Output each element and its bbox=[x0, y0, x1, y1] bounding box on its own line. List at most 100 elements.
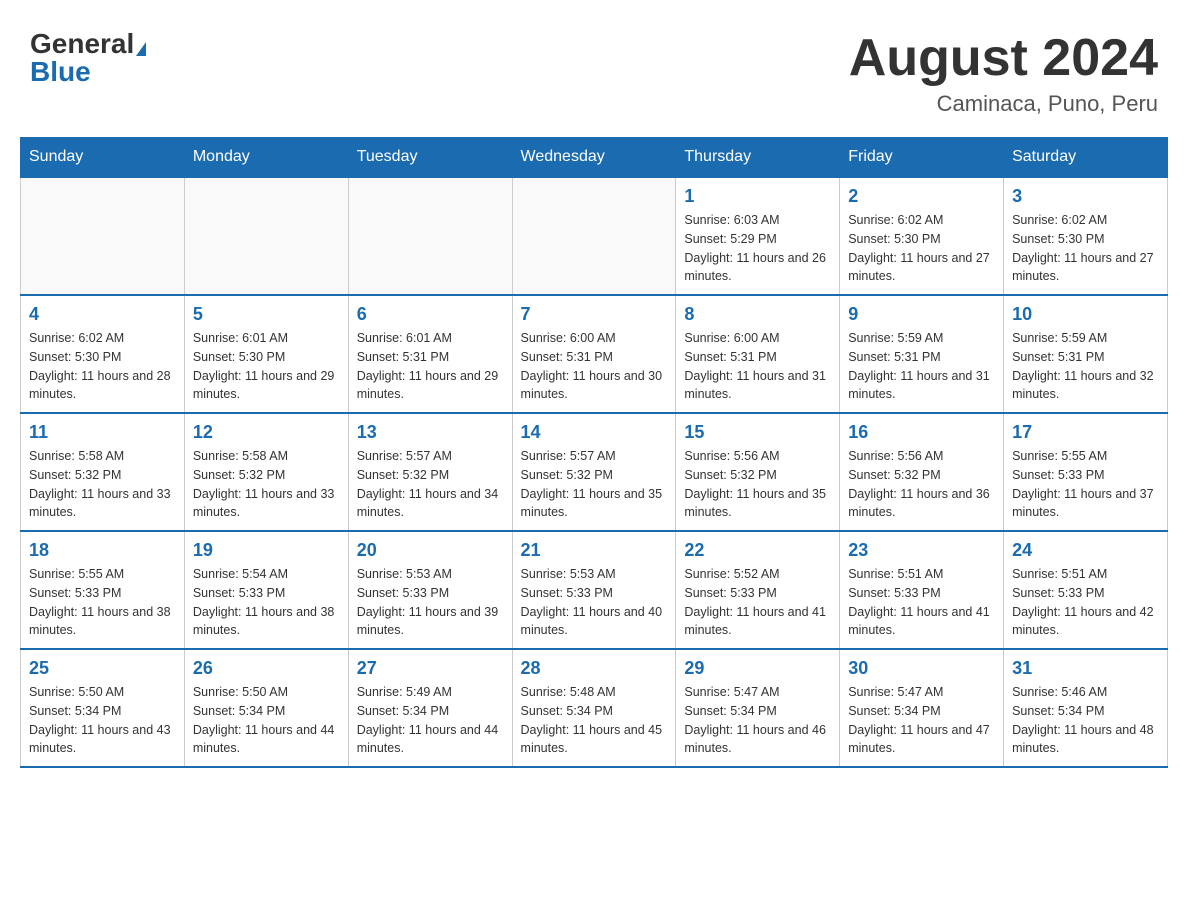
day-number: 30 bbox=[848, 658, 995, 679]
title-block: August 2024 Caminaca, Puno, Peru bbox=[849, 30, 1158, 117]
calendar-cell: 7 Sunrise: 6:00 AMSunset: 5:31 PMDaylight… bbox=[512, 295, 676, 413]
calendar-cell: 19 Sunrise: 5:54 AMSunset: 5:33 PMDayligh… bbox=[184, 531, 348, 649]
day-info: Sunrise: 5:55 AMSunset: 5:33 PMDaylight:… bbox=[1012, 447, 1159, 522]
calendar-cell: 17 Sunrise: 5:55 AMSunset: 5:33 PMDayligh… bbox=[1004, 413, 1168, 531]
day-number: 14 bbox=[521, 422, 668, 443]
calendar-cell: 8Sunrise: 6:00 AMSunset: 5:31 PMDaylight… bbox=[676, 295, 840, 413]
day-number: 15 bbox=[684, 422, 831, 443]
day-info: Sunrise: 6:01 AMSunset: 5:31 PMDaylight:… bbox=[357, 329, 504, 404]
day-info: Sunrise: 6:03 AMSunset: 5:29 PMDaylight:… bbox=[684, 211, 831, 286]
calendar-cell: 3Sunrise: 6:02 AMSunset: 5:30 PMDaylight… bbox=[1004, 177, 1168, 295]
calendar-cell: 13 Sunrise: 5:57 AMSunset: 5:32 PMDayligh… bbox=[348, 413, 512, 531]
day-info: Sunrise: 5:58 AMSunset: 5:32 PMDaylight:… bbox=[29, 447, 176, 522]
day-info: Sunrise: 5:50 AMSunset: 5:34 PMDaylight:… bbox=[193, 683, 340, 758]
calendar-cell: 31Sunrise: 5:46 AMSunset: 5:34 PMDayligh… bbox=[1004, 649, 1168, 767]
day-number: 1 bbox=[684, 186, 831, 207]
calendar-cell: 24 Sunrise: 5:51 AMSunset: 5:33 PMDayligh… bbox=[1004, 531, 1168, 649]
weekday-header-wednesday: Wednesday bbox=[512, 138, 676, 178]
day-number: 27 bbox=[357, 658, 504, 679]
day-info: Sunrise: 5:57 AMSunset: 5:32 PMDaylight:… bbox=[357, 447, 504, 522]
calendar-cell: 30 Sunrise: 5:47 AMSunset: 5:34 PMDayligh… bbox=[840, 649, 1004, 767]
day-number: 26 bbox=[193, 658, 340, 679]
calendar-cell: 22Sunrise: 5:52 AMSunset: 5:33 PMDayligh… bbox=[676, 531, 840, 649]
calendar-cell: 6 Sunrise: 6:01 AMSunset: 5:31 PMDaylight… bbox=[348, 295, 512, 413]
day-number: 6 bbox=[357, 304, 504, 325]
day-info: Sunrise: 5:59 AMSunset: 5:31 PMDaylight:… bbox=[1012, 329, 1159, 404]
day-info: Sunrise: 5:53 AMSunset: 5:33 PMDaylight:… bbox=[521, 565, 668, 640]
logo-general: General bbox=[30, 28, 134, 59]
page-header: General Blue August 2024 Caminaca, Puno,… bbox=[20, 20, 1168, 117]
day-info: Sunrise: 6:02 AMSunset: 5:30 PMDaylight:… bbox=[1012, 211, 1159, 286]
day-info: Sunrise: 5:56 AMSunset: 5:32 PMDaylight:… bbox=[848, 447, 995, 522]
day-info: Sunrise: 5:50 AMSunset: 5:34 PMDaylight:… bbox=[29, 683, 176, 758]
day-info: Sunrise: 5:54 AMSunset: 5:33 PMDaylight:… bbox=[193, 565, 340, 640]
weekday-header-tuesday: Tuesday bbox=[348, 138, 512, 178]
calendar-cell: 16Sunrise: 5:56 AMSunset: 5:32 PMDayligh… bbox=[840, 413, 1004, 531]
day-number: 4 bbox=[29, 304, 176, 325]
calendar-cell bbox=[21, 177, 185, 295]
day-number: 17 bbox=[1012, 422, 1159, 443]
calendar-cell: 26 Sunrise: 5:50 AMSunset: 5:34 PMDayligh… bbox=[184, 649, 348, 767]
location: Caminaca, Puno, Peru bbox=[849, 91, 1158, 117]
day-number: 5 bbox=[193, 304, 340, 325]
calendar-cell: 28 Sunrise: 5:48 AMSunset: 5:34 PMDayligh… bbox=[512, 649, 676, 767]
calendar-cell: 1 Sunrise: 6:03 AMSunset: 5:29 PMDaylight… bbox=[676, 177, 840, 295]
calendar-cell: 10 Sunrise: 5:59 AMSunset: 5:31 PMDayligh… bbox=[1004, 295, 1168, 413]
logo: General Blue bbox=[30, 30, 146, 86]
calendar-cell: 14Sunrise: 5:57 AMSunset: 5:32 PMDayligh… bbox=[512, 413, 676, 531]
day-info: Sunrise: 5:47 AMSunset: 5:34 PMDaylight:… bbox=[848, 683, 995, 758]
day-info: Sunrise: 5:47 AMSunset: 5:34 PMDaylight:… bbox=[684, 683, 831, 758]
logo-blue: Blue bbox=[30, 58, 91, 86]
weekday-header-thursday: Thursday bbox=[676, 138, 840, 178]
day-number: 18 bbox=[29, 540, 176, 561]
day-info: Sunrise: 5:53 AMSunset: 5:33 PMDaylight:… bbox=[357, 565, 504, 640]
day-number: 25 bbox=[29, 658, 176, 679]
calendar-week-row: 4 Sunrise: 6:02 AMSunset: 5:30 PMDaylight… bbox=[21, 295, 1168, 413]
day-info: Sunrise: 6:02 AMSunset: 5:30 PMDaylight:… bbox=[848, 211, 995, 286]
day-info: Sunrise: 5:51 AMSunset: 5:33 PMDaylight:… bbox=[1012, 565, 1159, 640]
day-number: 11 bbox=[29, 422, 176, 443]
day-number: 2 bbox=[848, 186, 995, 207]
calendar-cell: 5Sunrise: 6:01 AMSunset: 5:30 PMDaylight… bbox=[184, 295, 348, 413]
day-info: Sunrise: 5:55 AMSunset: 5:33 PMDaylight:… bbox=[29, 565, 176, 640]
calendar-week-row: 18 Sunrise: 5:55 AMSunset: 5:33 PMDayligh… bbox=[21, 531, 1168, 649]
day-number: 21 bbox=[521, 540, 668, 561]
calendar-cell: 20 Sunrise: 5:53 AMSunset: 5:33 PMDayligh… bbox=[348, 531, 512, 649]
day-info: Sunrise: 5:51 AMSunset: 5:33 PMDaylight:… bbox=[848, 565, 995, 640]
day-info: Sunrise: 5:56 AMSunset: 5:32 PMDaylight:… bbox=[684, 447, 831, 522]
day-number: 13 bbox=[357, 422, 504, 443]
day-info: Sunrise: 6:00 AMSunset: 5:31 PMDaylight:… bbox=[521, 329, 668, 404]
calendar-week-row: 25 Sunrise: 5:50 AMSunset: 5:34 PMDayligh… bbox=[21, 649, 1168, 767]
day-number: 7 bbox=[521, 304, 668, 325]
day-number: 23 bbox=[848, 540, 995, 561]
calendar-cell bbox=[512, 177, 676, 295]
day-number: 19 bbox=[193, 540, 340, 561]
day-number: 28 bbox=[521, 658, 668, 679]
calendar-cell: 25 Sunrise: 5:50 AMSunset: 5:34 PMDayligh… bbox=[21, 649, 185, 767]
day-info: Sunrise: 5:52 AMSunset: 5:33 PMDaylight:… bbox=[684, 565, 831, 640]
weekday-header-saturday: Saturday bbox=[1004, 138, 1168, 178]
calendar-cell: 11 Sunrise: 5:58 AMSunset: 5:32 PMDayligh… bbox=[21, 413, 185, 531]
calendar-cell: 29 Sunrise: 5:47 AMSunset: 5:34 PMDayligh… bbox=[676, 649, 840, 767]
day-info: Sunrise: 5:59 AMSunset: 5:31 PMDaylight:… bbox=[848, 329, 995, 404]
day-number: 10 bbox=[1012, 304, 1159, 325]
day-info: Sunrise: 6:02 AMSunset: 5:30 PMDaylight:… bbox=[29, 329, 176, 404]
logo-triangle-icon bbox=[136, 42, 146, 56]
weekday-header-row: SundayMondayTuesdayWednesdayThursdayFrid… bbox=[21, 138, 1168, 178]
calendar-cell: 27 Sunrise: 5:49 AMSunset: 5:34 PMDayligh… bbox=[348, 649, 512, 767]
weekday-header-sunday: Sunday bbox=[21, 138, 185, 178]
calendar-cell bbox=[184, 177, 348, 295]
day-number: 31 bbox=[1012, 658, 1159, 679]
day-info: Sunrise: 5:49 AMSunset: 5:34 PMDaylight:… bbox=[357, 683, 504, 758]
calendar-cell: 23 Sunrise: 5:51 AMSunset: 5:33 PMDayligh… bbox=[840, 531, 1004, 649]
calendar-cell: 4 Sunrise: 6:02 AMSunset: 5:30 PMDaylight… bbox=[21, 295, 185, 413]
day-info: Sunrise: 5:48 AMSunset: 5:34 PMDaylight:… bbox=[521, 683, 668, 758]
calendar-cell: 12Sunrise: 5:58 AMSunset: 5:32 PMDayligh… bbox=[184, 413, 348, 531]
calendar-cell: 18 Sunrise: 5:55 AMSunset: 5:33 PMDayligh… bbox=[21, 531, 185, 649]
day-number: 29 bbox=[684, 658, 831, 679]
day-number: 9 bbox=[848, 304, 995, 325]
day-number: 12 bbox=[193, 422, 340, 443]
day-number: 24 bbox=[1012, 540, 1159, 561]
day-number: 20 bbox=[357, 540, 504, 561]
logo-text: General bbox=[30, 30, 146, 58]
